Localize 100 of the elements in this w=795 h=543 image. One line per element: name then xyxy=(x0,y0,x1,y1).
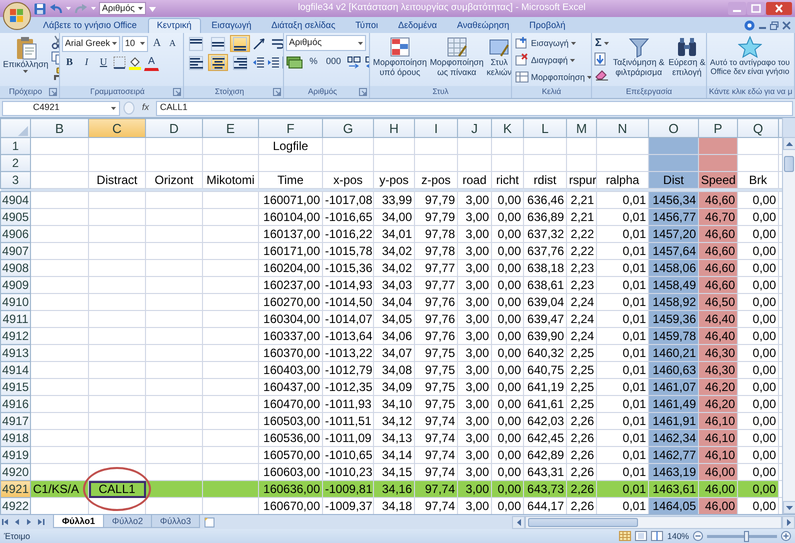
ribbon-tab[interactable]: Δεδομένα xyxy=(389,18,446,33)
column-header[interactable]: E xyxy=(202,118,258,138)
column-header[interactable]: O xyxy=(648,118,698,138)
row-header[interactable]: 4904 xyxy=(0,192,30,208)
column-header[interactable]: H xyxy=(374,118,414,138)
last-sheet-button[interactable] xyxy=(38,518,46,526)
page-layout-view-icon[interactable] xyxy=(635,531,648,541)
dialog-launcher-icon[interactable] xyxy=(49,88,57,96)
formula-field[interactable]: CALL1 xyxy=(156,100,793,116)
row-header[interactable]: 4921 xyxy=(0,480,30,498)
row-header[interactable]: 2 xyxy=(0,154,30,172)
font-color-button[interactable]: A xyxy=(144,54,159,70)
genuine-office-button[interactable]: Αυτό το αντίγραφο του Office δεν είναι γνήσιο xyxy=(709,35,791,77)
number-format-field[interactable]: Αριθμός xyxy=(99,2,146,15)
increase-decimal-icon[interactable] xyxy=(346,54,362,68)
row-header[interactable]: 4918 xyxy=(0,430,30,446)
dialog-launcher-icon[interactable] xyxy=(173,88,181,96)
find-select-button[interactable]: Εύρεση & επιλογή xyxy=(667,35,706,78)
column-header[interactable]: D xyxy=(146,118,202,138)
row-header[interactable]: 4920 xyxy=(0,464,30,480)
italic-button[interactable]: I xyxy=(79,54,94,71)
zoom-out-icon[interactable] xyxy=(693,531,703,541)
zoom-slider-thumb[interactable] xyxy=(744,530,749,542)
ribbon-tab[interactable]: Αναθεώρηση xyxy=(448,18,518,33)
column-header[interactable]: F xyxy=(258,118,322,138)
column-header[interactable]: C xyxy=(88,118,146,138)
scroll-right-button[interactable] xyxy=(782,516,795,528)
align-top-button[interactable] xyxy=(186,35,206,52)
name-box[interactable]: C4921 xyxy=(2,100,120,116)
underline-button[interactable]: U xyxy=(96,54,111,71)
autosum-button[interactable]: Σ xyxy=(594,35,610,51)
table-format-button[interactable]: Μορφοποίηση ως πίνακα xyxy=(428,35,485,78)
ribbon-tab[interactable]: Τύποι xyxy=(346,18,388,33)
increase-indent-icon[interactable] xyxy=(267,56,280,69)
column-header[interactable]: L xyxy=(524,118,566,138)
borders-icon[interactable] xyxy=(113,56,126,69)
row-header[interactable]: 4907 xyxy=(0,242,30,260)
undo-icon[interactable] xyxy=(49,2,63,14)
grow-font-button[interactable]: A xyxy=(150,35,164,52)
ribbon-tab[interactable]: Διάταξη σελίδας xyxy=(262,18,344,33)
restore-icon[interactable] xyxy=(770,20,779,30)
previous-sheet-button[interactable] xyxy=(14,518,22,526)
delete-cells-button[interactable]: Διαγραφή xyxy=(514,52,591,68)
help-icon[interactable] xyxy=(744,20,755,30)
row-header[interactable]: 4913 xyxy=(0,344,30,362)
customize-caret-icon[interactable] xyxy=(148,6,156,12)
sheet-tab[interactable]: Φύλλο1 xyxy=(53,515,104,528)
scroll-left-button[interactable] xyxy=(512,516,525,528)
sheet-tab[interactable]: Φύλλο3 xyxy=(151,515,200,528)
ribbon-tab[interactable]: Προβολή xyxy=(520,18,574,33)
conditional-format-button[interactable]: Μορφοποίηση υπό όρους xyxy=(372,35,428,78)
ribbon-tab[interactable]: Λάβετε το γνήσιο Office xyxy=(34,18,146,33)
shrink-font-button[interactable]: A xyxy=(166,35,179,52)
currency-icon[interactable] xyxy=(286,54,304,68)
zoom-level-button[interactable]: 140% xyxy=(667,530,689,542)
align-right-button[interactable] xyxy=(230,54,250,71)
dialog-launcher-icon[interactable] xyxy=(273,88,281,96)
row-header[interactable]: 4912 xyxy=(0,328,30,344)
number-style-button[interactable]: % xyxy=(306,53,321,70)
row-header[interactable]: 4906 xyxy=(0,226,30,242)
ribbon-tab[interactable]: Εισαγωγή xyxy=(202,18,260,33)
row-header[interactable]: 4919 xyxy=(0,446,30,464)
column-header[interactable]: G xyxy=(322,118,374,138)
number-style-button[interactable]: 000 xyxy=(323,53,344,70)
align-center-button[interactable] xyxy=(208,54,228,71)
column-header[interactable]: B xyxy=(30,118,88,138)
first-sheet-button[interactable] xyxy=(2,518,10,526)
row-header[interactable]: 4922 xyxy=(0,498,30,514)
insert-cells-button[interactable]: Εισαγωγή xyxy=(514,35,591,51)
wrap-text-icon[interactable] xyxy=(270,36,283,50)
sort-filter-button[interactable]: Ταξινόμηση & φιλτράρισμα xyxy=(612,35,666,78)
align-bottom-button[interactable] xyxy=(230,35,250,52)
ribbon-tab[interactable]: Κεντρική xyxy=(148,18,201,33)
zoom-in-icon[interactable] xyxy=(781,531,791,541)
table-cell[interactable]: CALL1 xyxy=(88,480,146,498)
font-name-field[interactable]: Arial Greek xyxy=(62,36,120,52)
row-header[interactable]: 4914 xyxy=(0,362,30,378)
scrollbar-thumb[interactable] xyxy=(528,518,638,526)
number-format-field[interactable]: Αριθμός xyxy=(286,35,366,51)
align-middle-button[interactable] xyxy=(208,35,228,52)
align-left-button[interactable] xyxy=(186,54,206,71)
paste-button[interactable]: Επικόλληση xyxy=(2,35,50,74)
row-header[interactable]: 4909 xyxy=(0,276,30,294)
row-header[interactable]: 4908 xyxy=(0,260,30,276)
save-icon[interactable] xyxy=(34,2,46,14)
scrollbar-thumb[interactable] xyxy=(784,156,794,172)
row-header[interactable]: 4911 xyxy=(0,310,30,328)
scroll-down-button[interactable] xyxy=(783,501,795,514)
sheet-tab[interactable]: Φύλλο2 xyxy=(103,515,152,528)
column-header[interactable]: I xyxy=(414,118,458,138)
column-header[interactable]: J xyxy=(458,118,492,138)
row-header[interactable]: 1 xyxy=(0,138,30,154)
row-header[interactable]: 3 xyxy=(0,172,30,188)
split-handle[interactable] xyxy=(783,118,795,137)
font-size-field[interactable]: 10 xyxy=(122,36,148,52)
format-cells-button[interactable]: Μορφοποίηση xyxy=(514,69,591,85)
insert-sheet-icon[interactable] xyxy=(204,516,216,528)
row-header[interactable]: 4910 xyxy=(0,294,30,310)
page-break-view-icon[interactable] xyxy=(651,531,664,541)
cell-format-button[interactable]: Στυλ κελιών xyxy=(486,35,511,78)
